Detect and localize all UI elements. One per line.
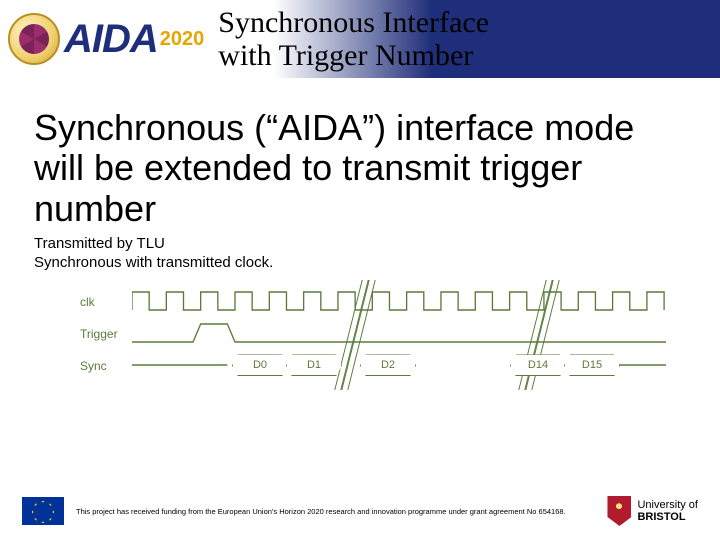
funding-acknowledgement: This project has received funding from t…	[76, 507, 595, 516]
bristol-logo: University of BRISTOL	[607, 496, 698, 526]
signal-label-sync: Sync	[80, 359, 132, 373]
eu-flag-icon	[22, 497, 64, 525]
bristol-line-2: BRISTOL	[637, 511, 698, 523]
logo-medallion-icon	[8, 13, 60, 65]
aida-logo: AIDA2020	[8, 13, 204, 65]
bristol-line-1: University of	[637, 499, 698, 511]
signal-wave-trigger	[132, 320, 666, 348]
data-bit-d1: D1	[286, 354, 342, 376]
logo-name: AIDA	[64, 17, 158, 61]
subtext-2: Synchronous with transmitted clock.	[34, 254, 686, 273]
signal-wave-sync: D0 D1 D2 D14 D15	[132, 352, 666, 380]
logo-wordmark: AIDA2020	[64, 17, 204, 62]
bristol-crest-icon	[607, 496, 631, 526]
slide-body: Synchronous (“AIDA”) interface mode will…	[0, 78, 720, 382]
timing-diagram: clk Trigger Sync D0	[80, 286, 666, 382]
data-bit-d0: D0	[232, 354, 288, 376]
slide-footer: This project has received funding from t…	[0, 496, 720, 526]
signal-label-trigger: Trigger	[80, 327, 132, 341]
signal-label-clk: clk	[80, 295, 132, 309]
data-bit-d2: D2	[360, 354, 416, 376]
bristol-text: University of BRISTOL	[637, 499, 698, 523]
headline: Synchronous (“AIDA”) interface mode will…	[34, 108, 686, 229]
data-bit-d15: D15	[564, 354, 620, 376]
slide-title: Synchronous Interface with Trigger Numbe…	[218, 6, 489, 72]
data-bit-d14: D14	[510, 354, 566, 376]
signal-row-trigger: Trigger	[80, 318, 666, 350]
signal-row-sync: Sync D0 D1 D2 D14 D15	[80, 350, 666, 382]
signal-wave-clk	[132, 288, 666, 316]
logo-year: 2020	[160, 28, 205, 50]
title-line-1: Synchronous Interface	[218, 6, 489, 39]
slide-header: AIDA2020 Synchronous Interface with Trig…	[0, 0, 720, 78]
signal-row-clk: clk	[80, 286, 666, 318]
subtext-1: Transmitted by TLU	[34, 235, 686, 254]
title-line-2: with Trigger Number	[218, 39, 489, 72]
